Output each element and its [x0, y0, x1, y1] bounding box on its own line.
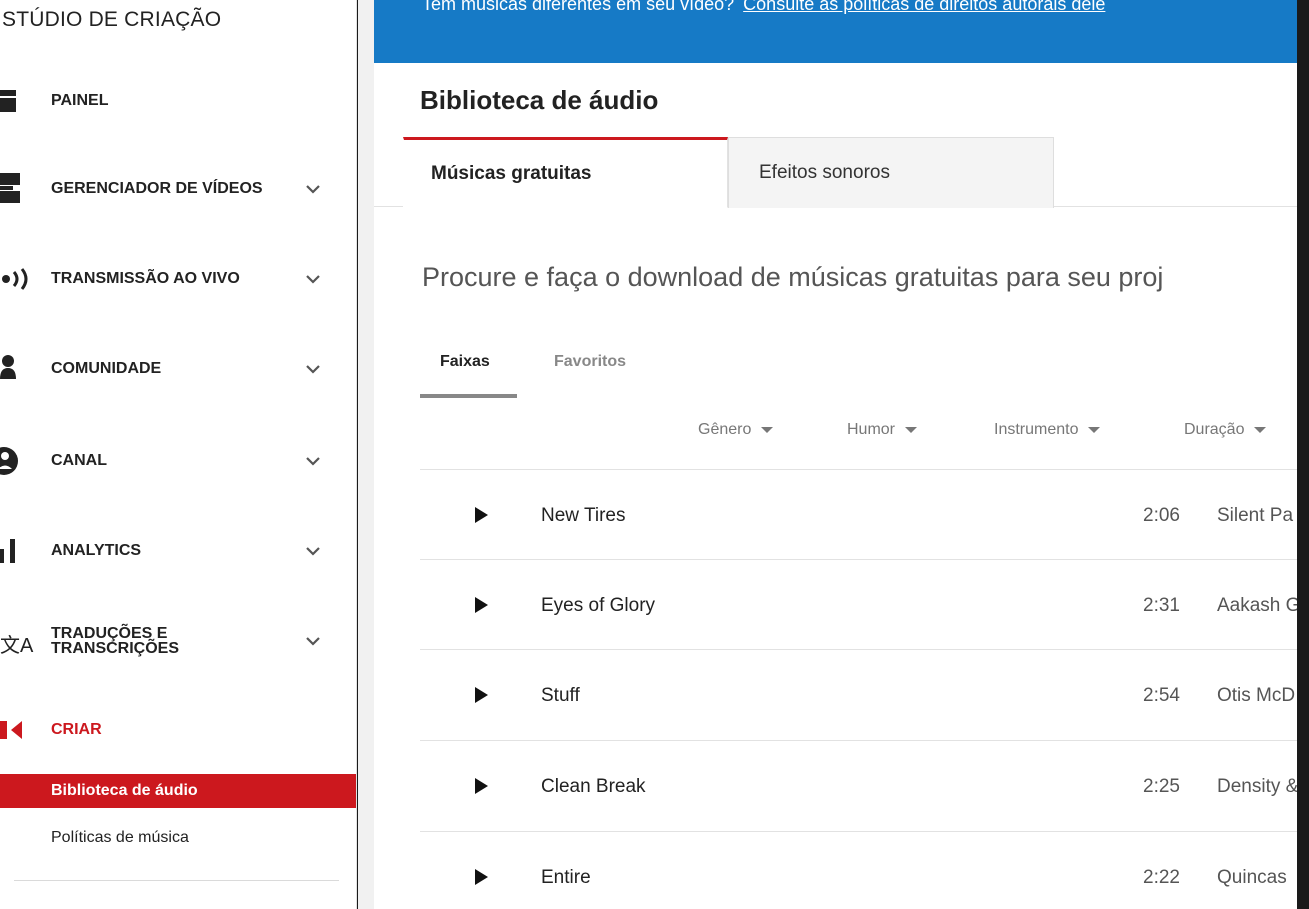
track-row[interactable]: Clean Break 2:25 Density & [420, 740, 1309, 831]
filter-instrument-label: Instrumento [994, 421, 1079, 438]
track-title: Stuff [541, 685, 580, 706]
caret-down-icon [761, 427, 774, 433]
sidebar-item-label-line2: TRANSCRIÇÕES [51, 640, 180, 657]
tab-favorites[interactable]: Favoritos [554, 353, 626, 371]
chevron-down-icon[interactable] [305, 633, 321, 649]
filter-instrument[interactable]: Instrumento [994, 421, 1101, 439]
track-title: Clean Break [541, 776, 646, 797]
sidebar-item-label-line1: TRADUÇÕES E [51, 625, 168, 642]
sidebar-subitem-label: Biblioteca de áudio [51, 782, 198, 799]
chevron-down-icon[interactable] [305, 181, 321, 197]
track-title: Entire [541, 867, 591, 888]
studio-title: STÚDIO DE CRIAÇÃO [2, 8, 222, 31]
filter-genre[interactable]: Gênero [698, 421, 774, 439]
track-duration: 2:54 [1143, 685, 1180, 706]
track-title: Eyes of Glory [541, 595, 656, 616]
live-stream-icon [0, 259, 44, 299]
banner-link[interactable]: Consulte as políticas de direitos autora… [743, 0, 1105, 14]
track-duration: 2:06 [1143, 505, 1180, 526]
caret-down-icon [1088, 427, 1101, 433]
channel-icon [0, 441, 44, 481]
info-banner: Tem músicas diferentes em seu vídeo? Con… [374, 0, 1309, 63]
chevron-down-icon[interactable] [305, 543, 321, 559]
tab-sound-effects[interactable]: Efeitos sonoros [728, 137, 1054, 208]
window-edge [1297, 0, 1309, 909]
track-duration: 2:25 [1143, 776, 1180, 797]
sidebar-item-label: PAINEL [51, 92, 109, 109]
sidebar-item-analytics[interactable]: ANALYTICS [0, 531, 356, 571]
chevron-down-icon[interactable] [305, 361, 321, 377]
create-icon [0, 710, 44, 750]
banner-message: Tem músicas diferentes em seu vídeo? [422, 0, 735, 14]
filter-genre-label: Gênero [698, 421, 752, 438]
sidebar-item-community[interactable]: COMUNIDADE [0, 349, 356, 389]
banner-text: Tem músicas diferentes em seu vídeo? Con… [422, 0, 1105, 15]
chevron-down-icon[interactable] [305, 271, 321, 287]
track-artist: Aakash G [1217, 595, 1301, 616]
track-duration: 2:22 [1143, 867, 1180, 888]
track-duration: 2:31 [1143, 595, 1180, 616]
translate-icon: 文A [0, 621, 44, 661]
track-row[interactable]: Entire 2:22 Quincas [420, 831, 1309, 909]
track-artist: Silent Pa [1217, 505, 1294, 526]
sidebar-item-translations[interactable]: 文A TRADUÇÕES E TRANSCRIÇÕES [0, 621, 356, 661]
chevron-down-icon[interactable] [305, 453, 321, 469]
page-subtitle: Procure e faça o download de músicas gra… [422, 262, 1164, 292]
filter-duration[interactable]: Duração [1184, 421, 1267, 439]
sidebar-item-label: ANALYTICS [51, 542, 142, 559]
filter-mood[interactable]: Humor [847, 421, 918, 439]
library-tabs: Músicas gratuitas Efeitos sonoros [374, 137, 1309, 208]
sidebar-item-label: GERENCIADOR DE VÍDEOS [51, 180, 263, 197]
track-row[interactable]: Eyes of Glory 2:31 Aakash G [420, 559, 1309, 650]
track-artist: Density & [1217, 776, 1299, 797]
analytics-icon [0, 531, 44, 571]
track-row[interactable]: New Tires 2:06 Silent Pa [420, 469, 1309, 560]
page-title: Biblioteca de áudio [420, 85, 659, 115]
sidebar-item-create[interactable]: CRIAR [0, 710, 356, 750]
sidebar-item-live[interactable]: TRANSMISSÃO AO VIVO [0, 259, 356, 299]
track-row[interactable]: Stuff 2:54 Otis McD [420, 649, 1309, 740]
play-icon[interactable] [475, 507, 488, 523]
sidebar-item-label: TRANSMISSÃO AO VIVO [51, 270, 240, 287]
track-title: New Tires [541, 505, 626, 526]
sidebar-subitem-audio-library[interactable]: Biblioteca de áudio [0, 774, 356, 808]
video-manager-icon [0, 169, 44, 209]
filter-mood-label: Humor [847, 421, 896, 438]
caret-down-icon [905, 427, 918, 433]
track-artist: Otis McD [1217, 685, 1296, 706]
dashboard-icon [0, 81, 44, 121]
sidebar-subitem-label: Políticas de música [51, 829, 189, 846]
sidebar-divider [14, 880, 339, 881]
main-area: Tem músicas diferentes em seu vídeo? Con… [358, 0, 1309, 909]
tab-free-music[interactable]: Músicas gratuitas [403, 137, 728, 208]
sidebar-subitem-music-policies[interactable]: Políticas de música [0, 821, 356, 855]
play-icon[interactable] [475, 869, 488, 885]
content-panel: Biblioteca de áudio Músicas gratuitas Ef… [374, 63, 1309, 909]
tab-tracks[interactable]: Faixas [440, 353, 490, 371]
sidebar-item-label: CRIAR [51, 721, 102, 738]
play-icon[interactable] [475, 778, 488, 794]
caret-down-icon [1254, 427, 1267, 433]
sidebar-item-video-manager[interactable]: GERENCIADOR DE VÍDEOS [0, 169, 356, 209]
active-tab-underline [420, 394, 517, 398]
community-icon [0, 349, 44, 389]
play-icon[interactable] [475, 687, 488, 703]
sidebar-item-channel[interactable]: CANAL [0, 441, 356, 481]
sidebar: STÚDIO DE CRIAÇÃO PAINEL GERENCIADOR DE … [0, 0, 357, 909]
filter-duration-label: Duração [1184, 421, 1245, 438]
sidebar-item-label: CANAL [51, 452, 107, 469]
play-icon[interactable] [475, 597, 488, 613]
svg-text:文A: 文A [0, 634, 34, 657]
track-artist: Quincas [1217, 867, 1287, 888]
sidebar-item-painel[interactable]: PAINEL [0, 81, 356, 121]
sidebar-item-label: COMUNIDADE [51, 360, 162, 377]
